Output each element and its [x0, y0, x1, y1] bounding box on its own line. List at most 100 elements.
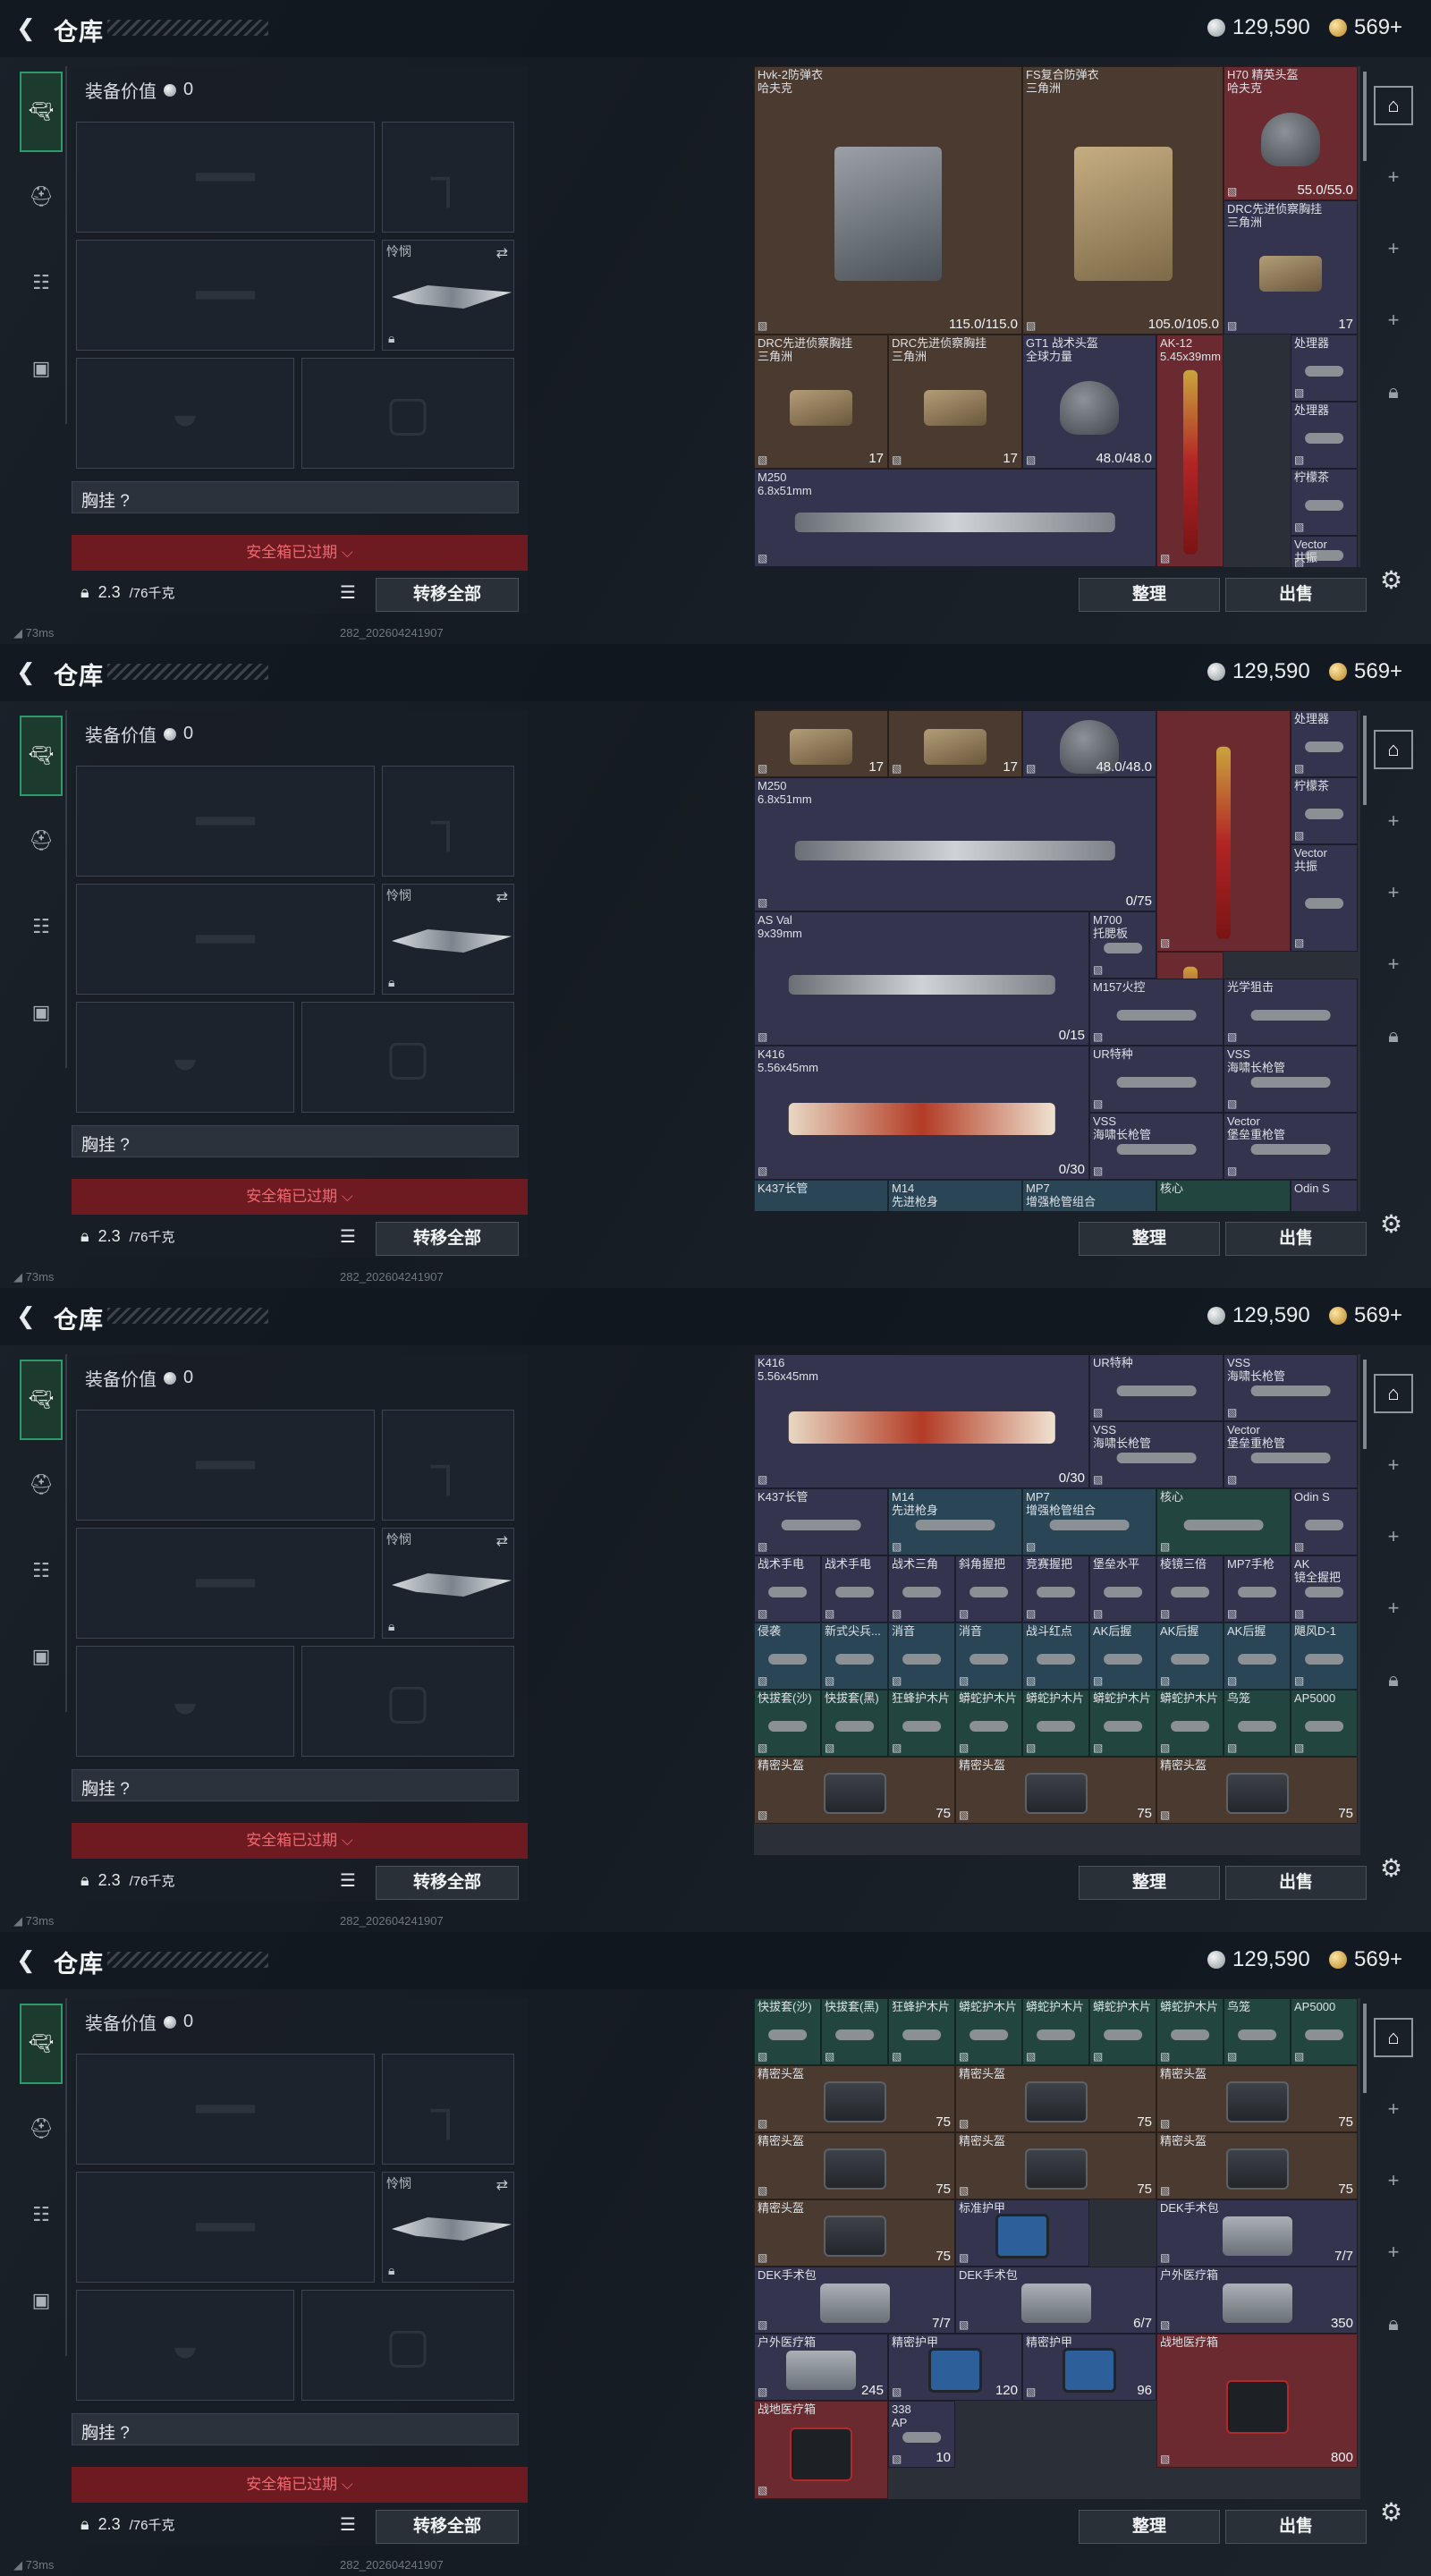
stash-item[interactable]: Vector 堡垒重枪管 ▧	[1224, 1113, 1358, 1180]
stash-item[interactable]: 消音 ▧	[955, 1623, 1022, 1690]
stash-item[interactable]: 处理器 ▧	[1291, 710, 1358, 777]
stash-item[interactable]: 蟒蛇护木片 ▧	[1089, 1998, 1156, 2065]
safe-box-expired-banner[interactable]: 安全箱已过期 ⌵	[72, 1179, 528, 1215]
stash-item[interactable]: 鸟笼 ▧	[1224, 1690, 1291, 1757]
back-icon[interactable]: ❮	[16, 658, 43, 685]
tab-weapons[interactable]: 🔫︎	[20, 72, 63, 152]
secondary-weapon-slot[interactable]: ━━	[76, 240, 375, 351]
secondary-weapon-slot[interactable]: ━━	[76, 884, 375, 995]
stash-item[interactable]: 战术手电 ▧	[754, 1555, 821, 1623]
stash-page-add[interactable]: +	[1374, 945, 1413, 984]
sort-button[interactable]: 整理	[1079, 1866, 1220, 1900]
sort-button[interactable]: 整理	[1079, 2510, 1220, 2544]
stash-item[interactable]: 核心 ▧	[1156, 1488, 1291, 1555]
stash-scrollbar[interactable]	[1363, 716, 1367, 805]
melee-slot[interactable]: 怜悯 ⇄ 🔒︎	[382, 240, 514, 351]
stash-item[interactable]: AK后握 ▧	[1089, 1623, 1156, 1690]
primary-weapon-slot[interactable]: ━━	[76, 2054, 375, 2165]
stash-item[interactable]: 蟒蛇护木片 ▧	[1022, 1998, 1089, 2065]
tab-armor[interactable]: ⛑	[20, 175, 63, 218]
list-icon[interactable]: ☰	[340, 2513, 356, 2536]
settings-gear-icon[interactable]: ⚙	[1380, 565, 1402, 595]
stash-item[interactable]: 338 AP ▧ 10	[888, 2401, 955, 2468]
stash-item[interactable]: 柠檬茶 ▧	[1291, 777, 1358, 844]
swap-icon[interactable]: ⇄	[496, 2176, 508, 2194]
stash-item[interactable]: 精密头盔 ▧ 75	[754, 2199, 955, 2267]
stash-item[interactable]: 精密头盔 ▧ 75	[754, 2132, 955, 2199]
help-icon[interactable]: ?	[120, 2424, 130, 2443]
gold-currency[interactable]: 569 +	[1329, 14, 1402, 41]
stash-page-main[interactable]: ⌂	[1374, 86, 1413, 125]
stash-item[interactable]: 精密头盔 ▧ 75	[1156, 2065, 1358, 2132]
stash-item[interactable]: 新式尖兵... ▧	[821, 1623, 888, 1690]
melee-slot[interactable]: 怜悯 ⇄ 🔒︎	[382, 2172, 514, 2283]
tab-clipboard[interactable]: ☷	[20, 261, 63, 304]
gold-currency[interactable]: 569 +	[1329, 1946, 1402, 1973]
stash-item[interactable]: 精密头盔 ▧ 75	[1156, 2132, 1358, 2199]
stash-item[interactable]: 精密头盔 ▧ 75	[955, 2065, 1156, 2132]
stash-item[interactable]: Vector 共振 ▧	[1291, 844, 1358, 952]
stash-scrollbar[interactable]	[1363, 2004, 1367, 2093]
stash-item[interactable]: M250 6.8x51mm ▧ 0/75	[754, 777, 1156, 911]
stash-item[interactable]: ▧ 48.0/48.0	[1022, 710, 1156, 777]
stash-item[interactable]: GT1 战术头盔 全球力量 ▧ 48.0/48.0	[1022, 335, 1156, 469]
stash-item[interactable]: 快拔套(沙) ▧	[754, 1998, 821, 2065]
tab-weapons[interactable]: 🔫︎	[20, 716, 63, 796]
stash-item[interactable]: 棱镜三倍 ▧	[1156, 1555, 1224, 1623]
safe-box-expired-banner[interactable]: 安全箱已过期 ⌵	[72, 2467, 528, 2503]
stash-item[interactable]: FS复合防弹衣 三角洲 ▧ 105.0/105.0	[1022, 66, 1224, 335]
stash-item[interactable]: VSS 海啸长枪管 ▧	[1224, 1046, 1358, 1113]
helmet-slot[interactable]: ◒	[76, 1002, 294, 1113]
stash-item[interactable]: 快拔套(黑) ▧	[821, 1690, 888, 1757]
tab-briefcase[interactable]: ▣	[20, 1635, 63, 1678]
stash-page-locked[interactable]: 🔒︎	[1374, 1016, 1413, 1055]
stash-item[interactable]: K437长管▧	[754, 1180, 888, 1211]
stash-item[interactable]: 战术三角 ▧	[888, 1555, 955, 1623]
stash-item[interactable]: 精密头盔 ▧ 75	[955, 1757, 1156, 1824]
stash-item[interactable]: M14 先进枪身 ▧	[888, 1488, 1022, 1555]
stash-item[interactable]: K416 5.56x45mm ▧ 0/30	[754, 1354, 1089, 1488]
chest-rig-slot[interactable]: 胸挂 ?	[72, 2413, 519, 2445]
pistol-slot[interactable]: ┐	[382, 2054, 514, 2165]
stash-page-add[interactable]: +	[1374, 157, 1413, 197]
secondary-weapon-slot[interactable]: ━━	[76, 1528, 375, 1639]
stash-item[interactable]: 快拔套(黑) ▧	[821, 1998, 888, 2065]
melee-slot[interactable]: 怜悯 ⇄ 🔒︎	[382, 1528, 514, 1639]
stash-page-main[interactable]: ⌂	[1374, 1374, 1413, 1413]
stash-item[interactable]: 精密护甲 ▧ 120	[888, 2334, 1022, 2401]
gold-currency[interactable]: 569 +	[1329, 658, 1402, 685]
stash-scrollbar[interactable]	[1363, 1360, 1367, 1449]
stash-item[interactable]: VSS 海啸长枪管 ▧	[1224, 1354, 1358, 1421]
stash-item[interactable]: 斜角握把 ▧	[955, 1555, 1022, 1623]
stash-page-add[interactable]: +	[1374, 301, 1413, 340]
primary-weapon-slot[interactable]: ━━	[76, 122, 375, 233]
stash-item[interactable]: AS Val 9x39mm ▧ 0/15	[754, 911, 1089, 1046]
stash-item[interactable]: 处理器 ▧	[1291, 335, 1358, 402]
stash-item[interactable]: DEK手术包 ▧ 7/7	[754, 2267, 955, 2334]
swap-icon[interactable]: ⇄	[496, 888, 508, 906]
stash-item[interactable]: 蟒蛇护木片 ▧	[1022, 1690, 1089, 1757]
stash-page-add[interactable]: +	[1374, 801, 1413, 841]
stash-item[interactable]: Vector 堡垒重枪管 ▧	[1224, 1421, 1358, 1488]
stash-item[interactable]: AP5000 ▧	[1291, 1998, 1358, 2065]
tab-clipboard[interactable]: ☷	[20, 905, 63, 948]
transfer-all-button[interactable]: 转移全部	[376, 1222, 519, 1256]
stash-page-main[interactable]: ⌂	[1374, 2018, 1413, 2057]
help-icon[interactable]: ?	[120, 492, 130, 511]
stash-item[interactable]: 标准护甲 ▧	[955, 2199, 1089, 2267]
stash-item[interactable]: 战斗红点 ▧	[1022, 1623, 1089, 1690]
armor-slot[interactable]: ▢	[301, 1646, 514, 1757]
stash-item[interactable]: 精密头盔 ▧ 75	[754, 1757, 955, 1824]
tab-briefcase[interactable]: ▣	[20, 347, 63, 390]
stash-item[interactable]: AP5000 ▧	[1291, 1690, 1358, 1757]
melee-slot[interactable]: 怜悯 ⇄ 🔒︎	[382, 884, 514, 995]
safe-box-expired-banner[interactable]: 安全箱已过期 ⌵	[72, 1823, 528, 1859]
list-icon[interactable]: ☰	[340, 581, 356, 604]
safe-box-expired-banner[interactable]: 安全箱已过期 ⌵	[72, 535, 528, 571]
add-gold-icon[interactable]: +	[1390, 1303, 1402, 1328]
stash-item[interactable]: Vector 共振 ▧	[1291, 536, 1358, 567]
pistol-slot[interactable]: ┐	[382, 122, 514, 233]
stash-item[interactable]: 飓风D-1 ▧	[1291, 1623, 1358, 1690]
stash-item[interactable]: MP7 增强枪管组合▧	[1022, 1180, 1156, 1211]
stash-item[interactable]: AK-12 5.45x39mm ▧	[1156, 335, 1224, 567]
